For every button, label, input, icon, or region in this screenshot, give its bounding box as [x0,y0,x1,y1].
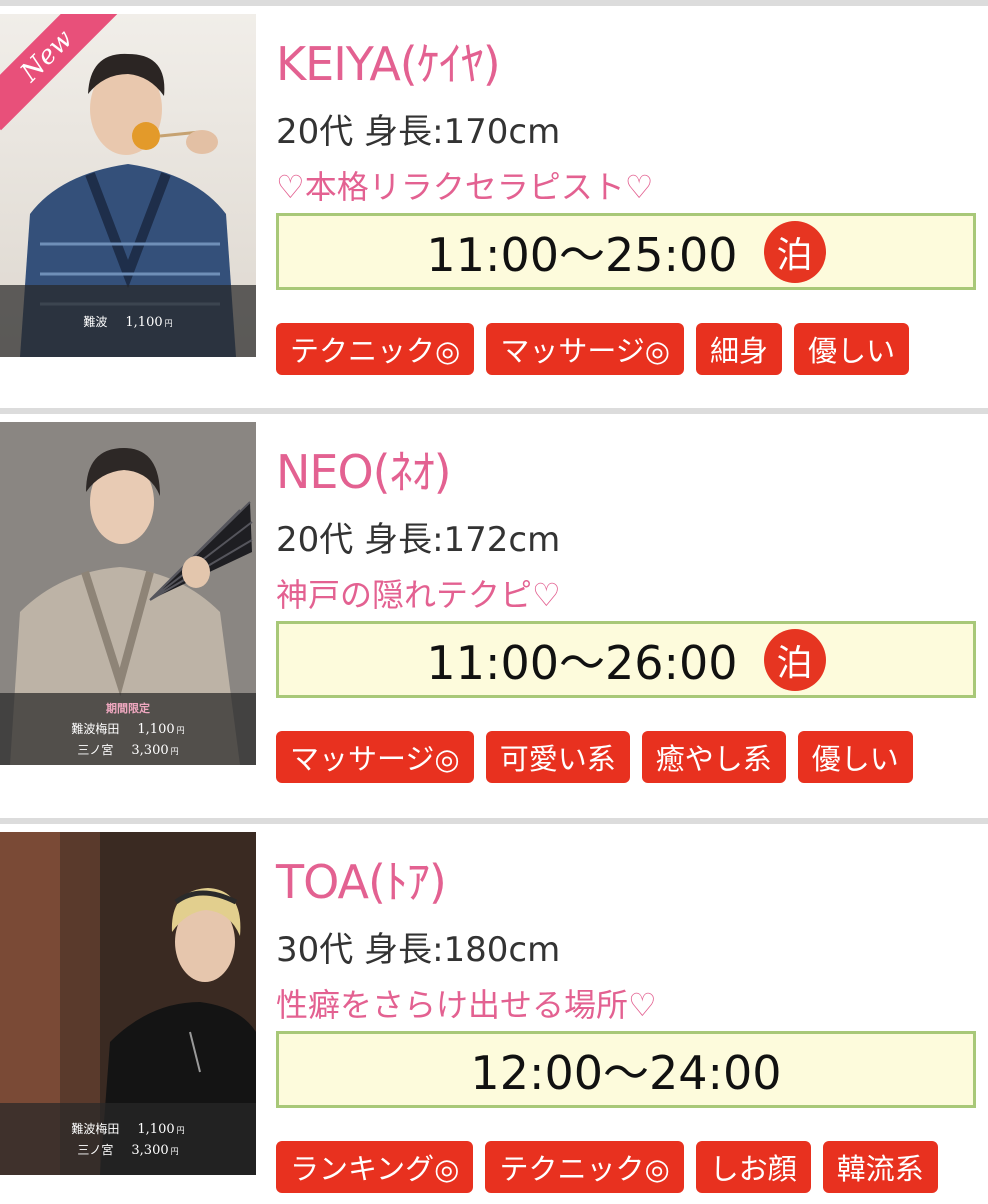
area-label: 三ノ宮 [77,743,114,757]
working-hours: 11:00〜25:00 [426,227,738,282]
price-row: 難波 1,100 円 [83,313,172,330]
tag-chip: 細身 [696,323,783,375]
price-value: 1,100 円 [137,722,185,737]
therapist-name[interactable]: KEIYA(ｹｲﾔ) [276,28,501,94]
tag-list: テクニック◎ マッサージ◎ 細身 優しい [276,323,910,375]
catchphrase: ♡本格リラクセラピスト♡ [276,168,654,206]
price-row: 三ノ宮 3,300 円 [77,1141,178,1158]
area-label: 難波梅田 [71,722,120,736]
price-row: 難波梅田 1,100 円 [71,720,184,737]
area-label: 難波 [83,314,108,329]
price-value: 3,300 円 [131,1143,179,1158]
tag-chip: 可愛い系 [485,731,630,783]
therapist-name[interactable]: NEO(ﾈｵ) [276,436,452,502]
catchphrase: 性癖をさらけ出せる場所♡ [276,986,657,1024]
tag-list: ランキング◎ テクニック◎ しお顔 韓流系 [276,1141,938,1193]
tag-chip: テクニック◎ [485,1141,684,1193]
photo-caption: 難波梅田 1,100 円 三ノ宮 3,300 円 [0,1103,256,1175]
tag-chip: 韓流系 [822,1141,938,1193]
price-row: 三ノ宮 3,300 円 [77,741,178,758]
card-divider [0,818,988,824]
card-divider [0,408,988,414]
tag-chip: 優しい [797,731,913,783]
catchphrase: 神戸の隠れテクピ♡ [276,576,561,614]
tag-chip: しお顔 [695,1141,811,1193]
area-label: 難波梅田 [71,1122,120,1136]
therapist-card[interactable]: 期間限定 難波梅田 1,100 円 三ノ宮 3,300 円 NEO(ﾈｵ) 20代 … [0,408,988,794]
limited-label: 期間限定 [106,702,150,715]
tag-list: マッサージ◎ 可愛い系 癒やし系 優しい [276,731,913,783]
age-height: 20代 身長:170cm [276,112,561,152]
tag-chip: マッサージ◎ [486,323,685,375]
price-row: 難波梅田 1,100 円 [71,1120,184,1137]
therapist-photo[interactable]: New 難波 1,100 円 [0,14,256,357]
working-hours: 11:00〜26:00 [426,635,738,690]
therapist-card[interactable]: New 難波 1,100 円 KEIYA(ｹｲﾔ) 20代 身長:170cm ♡本… [0,0,988,386]
price-value: 3,300 円 [131,743,179,758]
age-height: 20代 身長:172cm [276,520,561,560]
working-hours-box: 12:00〜24:00 [276,1031,976,1108]
card-divider [0,0,988,6]
tag-chip: 癒やし系 [641,731,786,783]
therapist-name[interactable]: TOA(ﾄｱ) [276,846,447,912]
working-hours: 12:00〜24:00 [470,1045,782,1100]
photo-caption: 難波 1,100 円 [0,285,256,357]
overnight-badge: 泊 [763,628,826,691]
age-height: 30代 身長:180cm [276,930,561,970]
working-hours-box: 11:00〜25:00 泊 [276,213,976,290]
tag-chip: ランキング◎ [276,1141,474,1193]
tag-chip: マッサージ◎ [276,731,474,783]
therapist-photo[interactable]: 期間限定 難波梅田 1,100 円 三ノ宮 3,300 円 [0,422,256,765]
therapist-photo[interactable]: 難波梅田 1,100 円 三ノ宮 3,300 円 [0,832,256,1175]
price-value: 1,100 円 [137,1122,185,1137]
area-label: 三ノ宮 [77,1143,114,1157]
tag-chip: 優しい [794,323,910,375]
therapist-card[interactable]: 難波梅田 1,100 円 三ノ宮 3,300 円 TOA(ﾄｱ) 30代 身長:18… [0,818,988,1204]
working-hours-box: 11:00〜26:00 泊 [276,621,976,698]
price-value: 1,100 円 [125,314,173,330]
overnight-badge: 泊 [763,220,826,283]
tag-chip: テクニック◎ [276,323,475,375]
photo-caption: 期間限定 難波梅田 1,100 円 三ノ宮 3,300 円 [0,693,256,765]
